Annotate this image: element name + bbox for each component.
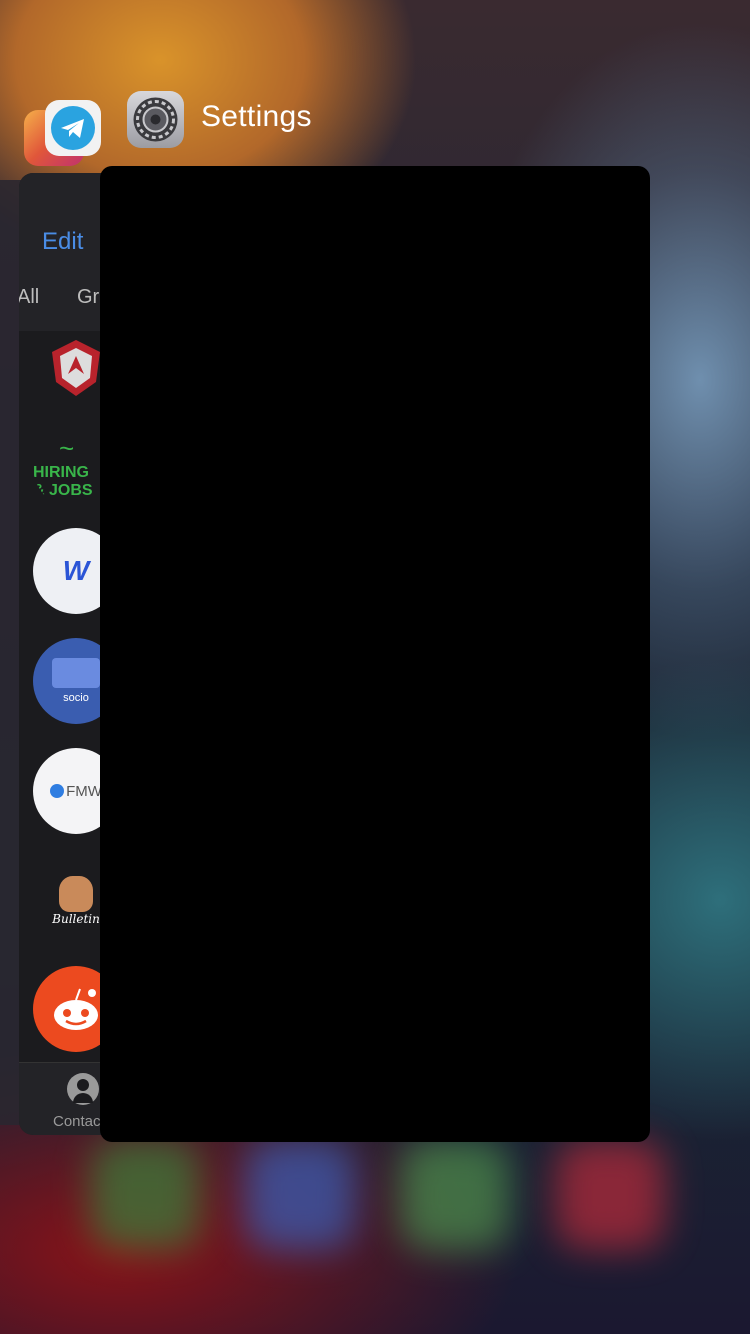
- shield-logo-icon: [52, 340, 100, 396]
- paper-plane-icon: [61, 119, 84, 138]
- dock-icon-blur: [245, 1140, 355, 1250]
- reddit-icon: [54, 988, 98, 1030]
- w-logo: W: [62, 555, 90, 586]
- hiring-jobs-label: HIRING & JOBS: [33, 463, 93, 499]
- gear-icon: [133, 97, 178, 142]
- telegram-icon[interactable]: [45, 100, 101, 156]
- bulletin-label: Bulletin: [52, 912, 100, 926]
- mascot-icon: [59, 876, 93, 912]
- edit-button[interactable]: Edit: [42, 228, 83, 256]
- leaf-icon: ~: [59, 432, 75, 463]
- telegram-circle: [51, 106, 95, 150]
- verified-icon: [50, 784, 65, 798]
- dock-icon-blur: [400, 1140, 510, 1250]
- dock-icon-blur: [90, 1140, 200, 1250]
- tab-all[interactable]: All: [19, 286, 39, 309]
- contacts-icon[interactable]: [67, 1073, 99, 1105]
- app-title: Settings: [201, 100, 312, 133]
- dock-icon-blur: [555, 1140, 665, 1250]
- fmw-label: FMW: [66, 782, 102, 800]
- contacts-tab-label[interactable]: Contac: [53, 1113, 101, 1130]
- settings-app-card[interactable]: [100, 166, 650, 1142]
- settings-gear-icon[interactable]: [127, 91, 184, 148]
- building-icon: [52, 658, 100, 688]
- tab-groups[interactable]: Gr: [77, 286, 99, 309]
- socio-label: socio: [63, 692, 89, 704]
